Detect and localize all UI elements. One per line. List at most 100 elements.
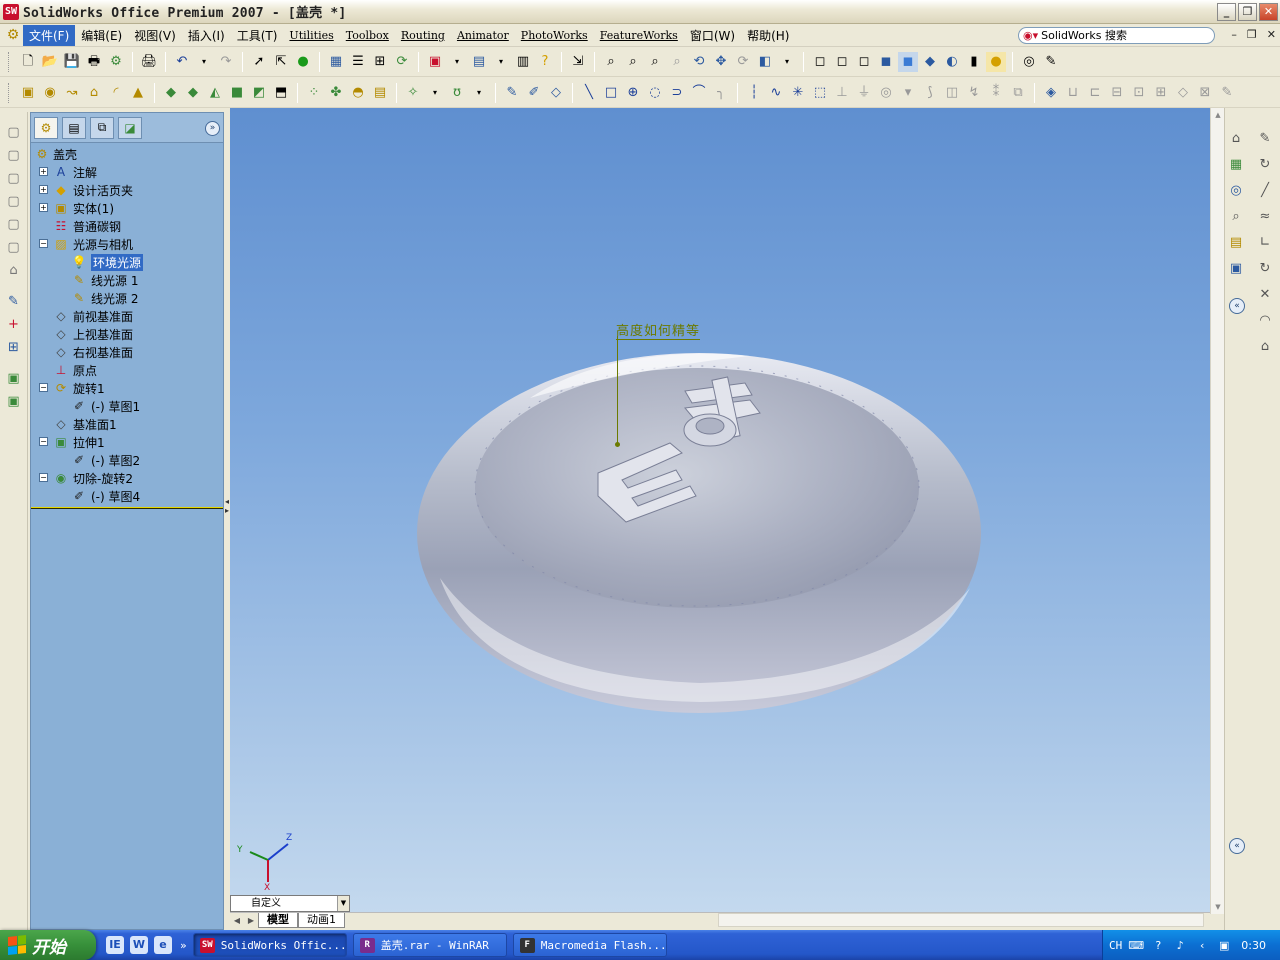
- surface-tool-6-icon[interactable]: ↻: [1255, 258, 1275, 278]
- box-dropdown-icon[interactable]: ▾: [447, 52, 467, 72]
- angular-dim-icon[interactable]: ◇: [1173, 83, 1193, 103]
- display-relations-icon[interactable]: ⏚: [854, 83, 874, 103]
- hole-icon[interactable]: ■: [227, 83, 247, 103]
- wireframe-icon[interactable]: ◻: [810, 52, 830, 72]
- vertical-dim-icon[interactable]: ⊏: [1085, 83, 1105, 103]
- annotation-note[interactable]: 高度如何精等: [616, 320, 701, 340]
- configuration-select[interactable]: 自定义 ▼: [230, 895, 350, 912]
- expander-icon[interactable]: −: [39, 473, 48, 482]
- tree-item[interactable]: ◇ 基准面1: [31, 415, 223, 433]
- menu-utilities[interactable]: Utilities: [283, 27, 339, 44]
- revolved-boss-icon[interactable]: ◉: [40, 83, 60, 103]
- cover-model[interactable]: [230, 108, 1210, 914]
- layout-dropdown-icon[interactable]: ▾: [491, 52, 511, 72]
- dimension-icon[interactable]: ◈: [1041, 83, 1061, 103]
- chamfer-icon[interactable]: ▲: [128, 83, 148, 103]
- menu-tools[interactable]: 工具(T): [231, 25, 284, 46]
- redo-icon[interactable]: ↷: [216, 52, 236, 72]
- menu-insert[interactable]: 插入(I): [182, 25, 231, 46]
- select-other-icon[interactable]: ⇱: [271, 52, 291, 72]
- expander-icon[interactable]: +: [39, 203, 48, 212]
- list-icon[interactable]: ☰: [348, 52, 368, 72]
- vertical-scrollbar[interactable]: ▲ ▼: [1210, 108, 1224, 914]
- grid-icon[interactable]: ▦: [326, 52, 346, 72]
- taskbar-winrar[interactable]: R 盖壳.rar - WinRAR: [352, 933, 507, 957]
- mirror-icon[interactable]: ◩: [249, 83, 269, 103]
- extend-icon[interactable]: ▾: [898, 83, 918, 103]
- tab-feature-manager[interactable]: ⚙: [34, 116, 58, 139]
- tree-item[interactable]: ✐ (-) 草图4: [31, 487, 223, 505]
- sketch-fillet-icon[interactable]: ╮: [711, 83, 731, 103]
- offset-icon[interactable]: ⟆: [920, 83, 940, 103]
- swept-boss-icon[interactable]: ↝: [62, 83, 82, 103]
- shadows-icon[interactable]: ◆: [920, 52, 940, 72]
- hidden-lines-visible-icon[interactable]: ◻: [832, 52, 852, 72]
- tree-item[interactable]: − ▣ 拉伸1: [31, 433, 223, 451]
- move-entities-icon[interactable]: ↯: [964, 83, 984, 103]
- tree-item[interactable]: ⊥ 原点: [31, 361, 223, 379]
- doc-restore-button[interactable]: ❐: [1247, 28, 1257, 41]
- taskbar-solidworks[interactable]: SW SolidWorks Offic...: [192, 933, 347, 957]
- sweep-base-icon[interactable]: ▢: [4, 168, 24, 188]
- pan-icon[interactable]: ✥: [711, 52, 731, 72]
- repair-sketch-icon[interactable]: ✎: [1217, 83, 1237, 103]
- task-pane-collapse-icon[interactable]: «: [1229, 298, 1245, 314]
- solidworks-search-field[interactable]: ◉▾ SolidWorks 搜索: [1018, 27, 1215, 44]
- curves-dropdown-icon[interactable]: ▾: [469, 83, 489, 103]
- tree-item[interactable]: ◇ 右视基准面: [31, 343, 223, 361]
- shell-icon[interactable]: ◆: [161, 83, 181, 103]
- restore-button[interactable]: ❐: [1238, 3, 1257, 21]
- sketch-icon-tb[interactable]: ✎: [502, 83, 522, 103]
- realview-icon[interactable]: ●: [986, 51, 1006, 72]
- flex-icon[interactable]: ▤: [370, 83, 390, 103]
- trim-icon[interactable]: ◎: [876, 83, 896, 103]
- horizontal-dim-icon[interactable]: ⊔: [1063, 83, 1083, 103]
- circular-pattern-icon[interactable]: ✤: [326, 83, 346, 103]
- horizontal-scrollbar[interactable]: [718, 913, 1204, 927]
- tree-item[interactable]: ◇ 前视基准面: [31, 307, 223, 325]
- revolve-base-icon[interactable]: ▢: [4, 145, 24, 165]
- tree-item[interactable]: ✐ (-) 草图2: [31, 451, 223, 469]
- perspective-icon[interactable]: ▮: [964, 52, 984, 72]
- chain-dim-icon[interactable]: ⊞: [1151, 83, 1171, 103]
- document-icon[interactable]: ▥: [513, 52, 533, 72]
- open-icon[interactable]: 📂: [40, 52, 60, 72]
- 3d-sketch-icon[interactable]: ✐: [524, 83, 544, 103]
- zoom-in-out-icon[interactable]: ⌕: [645, 52, 665, 72]
- volume-icon[interactable]: ♪: [1172, 937, 1188, 953]
- ordinate-dim-icon[interactable]: ⊡: [1129, 83, 1149, 103]
- rotate-entities-icon[interactable]: ⁑: [986, 83, 1006, 103]
- surface-tool-4-icon[interactable]: ≈: [1255, 206, 1275, 226]
- rebuild-icon[interactable]: ⟳: [392, 52, 412, 72]
- expander-icon[interactable]: −: [39, 239, 48, 248]
- mirror-entities-icon[interactable]: ◫: [942, 83, 962, 103]
- reference-dropdown-icon[interactable]: ▾: [425, 83, 445, 103]
- add-relation-icon[interactable]: ⊥: [832, 83, 852, 103]
- draft-icon[interactable]: ◆: [183, 83, 203, 103]
- tab-next-icon[interactable]: ▶: [244, 916, 258, 925]
- menu-featureworks[interactable]: FeatureWorks: [594, 27, 684, 44]
- tree-item[interactable]: ✎ 线光源 1: [31, 271, 223, 289]
- sketch-edit-icon[interactable]: ✎: [4, 291, 24, 311]
- zoom-area-icon[interactable]: ⌕: [623, 52, 643, 72]
- menu-edit[interactable]: 编辑(E): [75, 25, 128, 46]
- minimize-button[interactable]: _: [1217, 3, 1236, 21]
- tree-item[interactable]: − ◉ 切除-旋转2: [31, 469, 223, 487]
- tangent-arc-icon[interactable]: ⊃: [667, 83, 687, 103]
- surface-tool-1-icon[interactable]: ✎: [1255, 128, 1275, 148]
- surface-tool-2-icon[interactable]: ↻: [1255, 154, 1275, 174]
- tree-item[interactable]: − ▨ 光源与相机: [31, 235, 223, 253]
- close-button[interactable]: ✕: [1259, 3, 1278, 21]
- tree-item[interactable]: + ◆ 设计活页夹: [31, 181, 223, 199]
- curves-icon[interactable]: ʊ: [447, 83, 467, 103]
- extruded-boss-icon[interactable]: ▣: [18, 83, 38, 103]
- thicken-icon[interactable]: ▢: [4, 214, 24, 234]
- help-tray-icon[interactable]: ?: [1150, 937, 1166, 953]
- shaded-edges-icon[interactable]: ◼: [876, 52, 896, 72]
- hidden-lines-removed-icon[interactable]: ◻: [854, 52, 874, 72]
- tree-item[interactable]: + A 注解: [31, 163, 223, 181]
- tab-property-manager[interactable]: ▤: [62, 116, 86, 139]
- fillet-icon[interactable]: ◜: [106, 83, 126, 103]
- new-icon[interactable]: 🗋: [18, 52, 38, 72]
- menu-animator[interactable]: Animator: [451, 27, 515, 44]
